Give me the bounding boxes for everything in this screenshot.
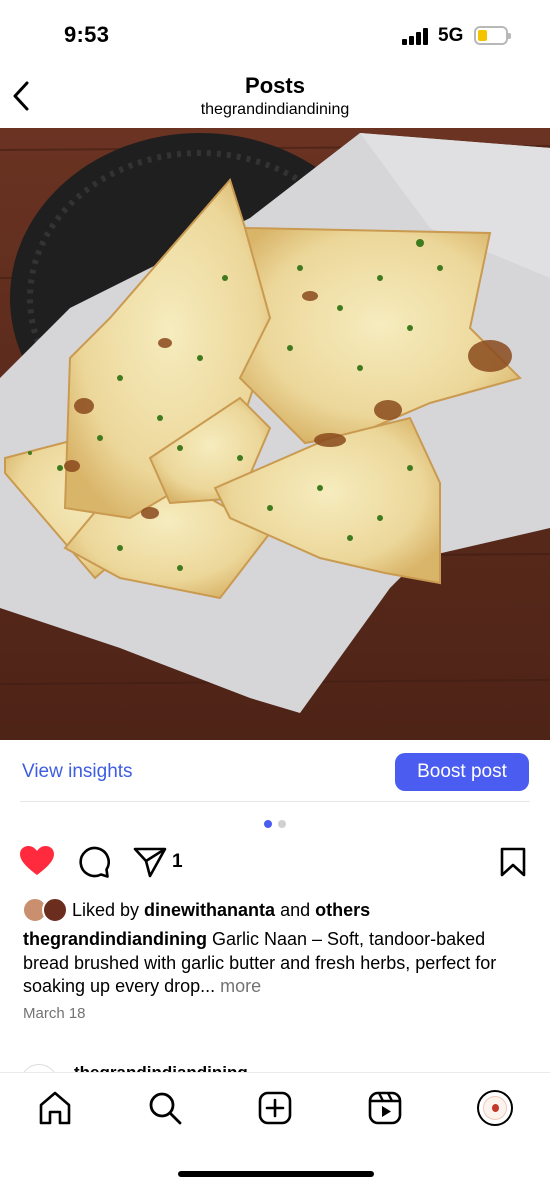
boost-post-button[interactable]: Boost post bbox=[395, 753, 529, 791]
reels-icon[interactable] bbox=[367, 1090, 403, 1126]
caption-ellipsis: ... bbox=[200, 976, 216, 996]
network-label: 5G bbox=[438, 25, 464, 46]
likes-others[interactable]: others bbox=[315, 900, 370, 920]
likes-prefix: Liked by bbox=[72, 900, 145, 920]
post-caption: thegrandindiandining Garlic Naan – Soft,… bbox=[23, 928, 523, 999]
post-image[interactable] bbox=[0, 128, 550, 740]
share-count: 1 bbox=[172, 851, 183, 872]
divider bbox=[20, 801, 530, 802]
post-date: March 18 bbox=[23, 1005, 86, 1022]
page-title: Posts bbox=[245, 73, 305, 98]
send-icon[interactable] bbox=[133, 846, 167, 878]
profile-avatar[interactable] bbox=[477, 1090, 513, 1126]
liker-avatar[interactable] bbox=[42, 897, 68, 923]
home-indicator bbox=[178, 1171, 374, 1177]
naan-photo-illustration bbox=[0, 128, 550, 740]
profile-logo-icon bbox=[483, 1096, 507, 1120]
status-time: 9:53 bbox=[64, 22, 110, 47]
home-icon[interactable] bbox=[37, 1090, 73, 1126]
page-subtitle-username[interactable]: thegrandindiandining bbox=[0, 101, 550, 119]
create-icon[interactable] bbox=[257, 1090, 293, 1126]
battery-icon bbox=[474, 26, 511, 45]
caption-more-link[interactable]: more bbox=[215, 976, 261, 996]
caption-username[interactable]: thegrandindiandining bbox=[23, 929, 207, 949]
comment-icon[interactable] bbox=[76, 845, 110, 879]
carousel-dot-active bbox=[264, 820, 272, 828]
likes-middle: and bbox=[275, 900, 316, 920]
heart-icon[interactable] bbox=[19, 845, 55, 877]
search-icon[interactable] bbox=[147, 1090, 183, 1126]
liker-username[interactable]: dinewithananta bbox=[144, 900, 275, 920]
carousel-dot bbox=[278, 820, 286, 828]
likes-summary[interactable]: Liked by dinewithananta and others bbox=[72, 900, 370, 921]
view-insights-link[interactable]: View insights bbox=[22, 761, 133, 783]
bookmark-icon[interactable] bbox=[499, 846, 527, 878]
signal-icon bbox=[402, 28, 428, 45]
